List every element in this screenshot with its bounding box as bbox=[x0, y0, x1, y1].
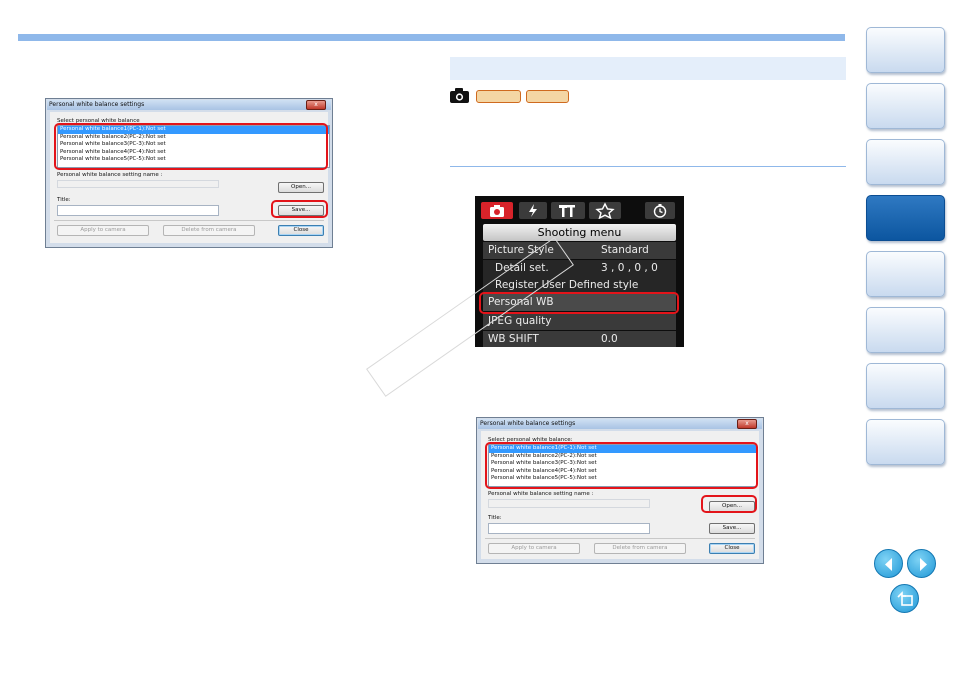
mode-tag bbox=[526, 90, 569, 103]
save-highlight bbox=[271, 200, 328, 218]
save-button[interactable]: Save... bbox=[709, 523, 755, 534]
list-highlight bbox=[485, 442, 758, 489]
return-icon[interactable] bbox=[890, 584, 919, 613]
close-icon[interactable]: x bbox=[737, 419, 757, 429]
open-highlight bbox=[701, 495, 757, 513]
header-rule bbox=[18, 34, 845, 41]
title-field[interactable] bbox=[488, 523, 650, 534]
tab-setup bbox=[551, 202, 585, 219]
tab-mymenu bbox=[589, 202, 621, 220]
nav-tab-7[interactable] bbox=[866, 363, 945, 409]
lcd-row-picture-style: Picture Style Standard bbox=[483, 242, 676, 259]
lcd-row-value: Standard bbox=[601, 244, 649, 256]
title-field[interactable] bbox=[57, 205, 219, 216]
wrench-icon bbox=[559, 205, 575, 217]
lcd-row-value: 3 , 0 , 0 , 0 bbox=[601, 262, 658, 274]
nav-tab-1[interactable] bbox=[866, 27, 945, 73]
apply-to-camera-button[interactable]: Apply to camera bbox=[57, 225, 149, 236]
setting-name-field bbox=[488, 499, 650, 508]
close-button[interactable]: Close bbox=[278, 225, 324, 236]
setting-name-field bbox=[57, 180, 219, 188]
tab-shooting bbox=[481, 202, 513, 219]
list-highlight bbox=[54, 123, 328, 170]
section-divider bbox=[450, 166, 846, 167]
personal-wb-dialog-open: Personal white balance settings x Select… bbox=[476, 417, 764, 564]
arrow-left-icon[interactable] bbox=[874, 549, 903, 578]
setting-name-label: Personal white balance setting name : bbox=[488, 491, 594, 497]
dialog-separator bbox=[485, 538, 755, 539]
delete-from-camera-button[interactable]: Delete from camera bbox=[163, 225, 255, 236]
lcd-menu-header: Shooting menu bbox=[483, 224, 676, 241]
arrow-right-icon[interactable] bbox=[907, 549, 936, 578]
mode-tag bbox=[476, 90, 521, 103]
lcd-row-label: WB SHIFT bbox=[488, 333, 539, 345]
nav-tab-8[interactable] bbox=[866, 419, 945, 465]
section-heading-band bbox=[450, 57, 846, 80]
nav-tab-6[interactable] bbox=[866, 307, 945, 353]
lightning-icon bbox=[529, 204, 537, 217]
nav-tab-5[interactable] bbox=[866, 251, 945, 297]
tab-timer bbox=[645, 202, 675, 219]
nav-tab-2[interactable] bbox=[866, 83, 945, 129]
lcd-row-jpeg-quality: JPEG quality bbox=[483, 313, 676, 330]
dialog-separator bbox=[54, 220, 324, 221]
lcd-row-value: 0.0 bbox=[601, 333, 618, 345]
open-button[interactable]: Open... bbox=[278, 182, 324, 193]
title-label: Title: bbox=[488, 515, 502, 521]
camera-icon bbox=[450, 88, 469, 103]
title-label: Title: bbox=[57, 197, 71, 203]
dialog-title: Personal white balance settings bbox=[480, 420, 576, 427]
nav-tab-4[interactable] bbox=[866, 195, 945, 241]
setting-name-label: Personal white balance setting name : bbox=[57, 172, 163, 178]
personal-wb-dialog-save: Personal white balance settings x Select… bbox=[45, 98, 333, 248]
nav-tab-3[interactable] bbox=[866, 139, 945, 185]
lcd-row-wb-shift: WB SHIFT 0.0 bbox=[483, 331, 676, 347]
camera-icon bbox=[490, 205, 504, 217]
clock-icon bbox=[653, 204, 667, 218]
delete-from-camera-button[interactable]: Delete from camera bbox=[594, 543, 686, 554]
close-button[interactable]: Close bbox=[709, 543, 755, 554]
apply-to-camera-button[interactable]: Apply to camera bbox=[488, 543, 580, 554]
close-icon[interactable]: x bbox=[306, 100, 326, 110]
tab-playback bbox=[519, 202, 547, 219]
star-icon bbox=[595, 202, 615, 220]
dialog-title: Personal white balance settings bbox=[49, 101, 145, 108]
